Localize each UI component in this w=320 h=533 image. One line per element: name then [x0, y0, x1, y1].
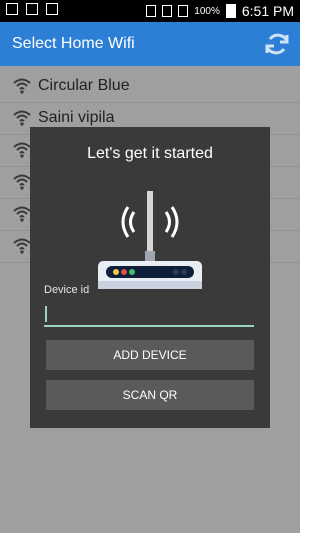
setup-dialog: Let's get it started Device id ADD DEVIC… [30, 127, 270, 428]
router-icon [98, 191, 202, 289]
battery-icon [225, 4, 236, 18]
usb-icon [6, 3, 18, 15]
dialog-title: Let's get it started [87, 145, 213, 162]
status-notifications [6, 3, 58, 15]
signal-icon [178, 5, 189, 17]
wifi-status-icon [162, 5, 173, 17]
status-bar: 100% 6:51 PM [0, 0, 300, 22]
clock: 6:51 PM [241, 3, 294, 19]
bluetooth-icon [146, 5, 157, 17]
add-device-button[interactable]: ADD DEVICE [46, 340, 254, 370]
refresh-icon[interactable] [260, 27, 294, 61]
device-id-input-wrap [44, 303, 254, 327]
page-title: Select Home Wifi [12, 35, 135, 52]
scan-qr-button[interactable]: SCAN QR [46, 380, 254, 410]
image-icon [26, 3, 38, 15]
status-right: 100% 6:51 PM [146, 3, 294, 19]
app-bar: Select Home Wifi [0, 22, 300, 66]
device-id-label: Device id [44, 284, 90, 296]
input-underline [44, 325, 254, 327]
text-cursor [45, 306, 47, 322]
battery-percent: 100% [194, 5, 220, 17]
device-id-input[interactable] [44, 303, 254, 325]
notification-icon [46, 3, 58, 15]
